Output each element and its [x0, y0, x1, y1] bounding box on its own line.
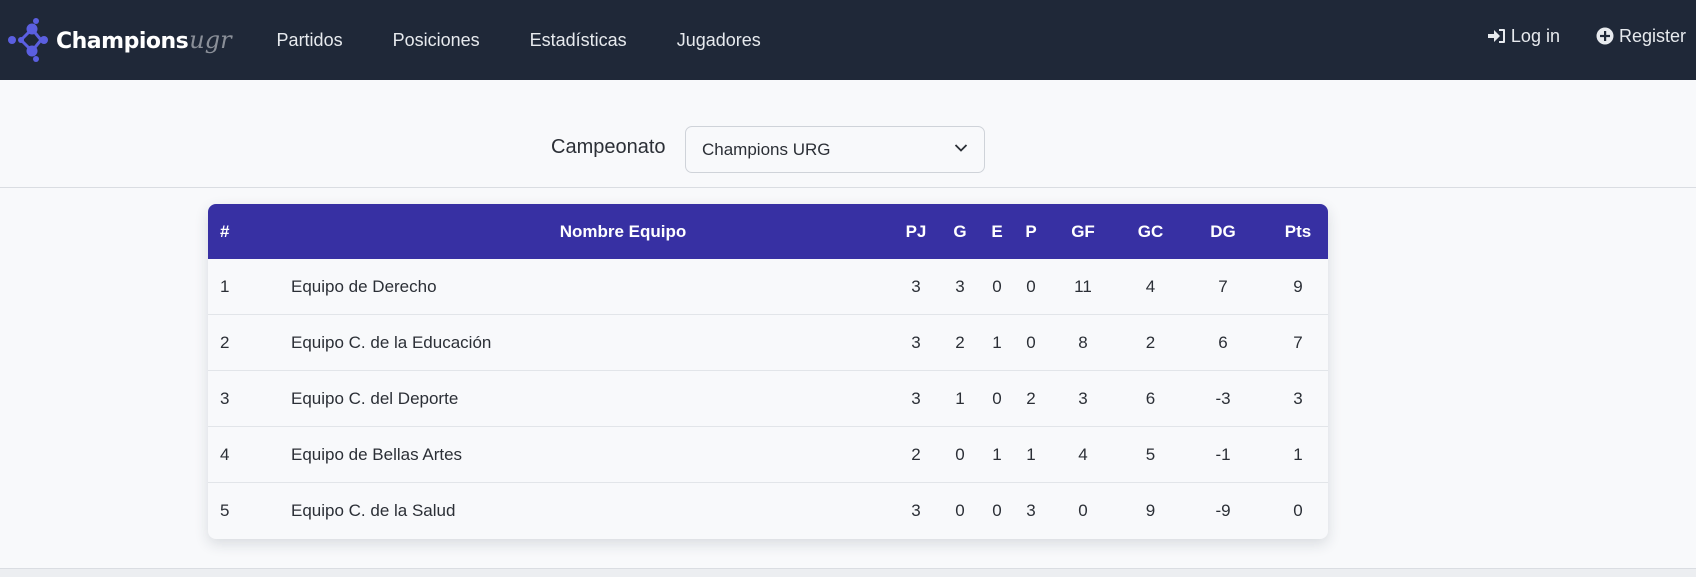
cell-dg: -1 — [1215, 444, 1231, 464]
cell-pts: 3 — [1293, 388, 1303, 408]
cell-pj: 3 — [911, 388, 921, 408]
header-gf: GF — [1071, 221, 1095, 241]
table-row: 4 Equipo de Bellas Artes 2 0 1 1 4 5 -1 … — [208, 427, 1328, 483]
championship-select[interactable]: Champions URG — [685, 126, 985, 173]
table-row: 1 Equipo de Derecho 3 3 0 0 11 4 7 9 — [208, 259, 1328, 315]
molecule-logo-icon — [8, 18, 48, 62]
standings-table: # Nombre Equipo PJ G E P GF GC DG Pts 1 … — [208, 204, 1328, 539]
cell-g: 2 — [955, 332, 965, 352]
cell-gf: 4 — [1078, 444, 1088, 464]
cell-pj: 3 — [911, 332, 921, 352]
cell-team-name: Equipo C. del Deporte — [291, 388, 459, 408]
sign-in-icon — [1487, 29, 1505, 43]
top-navbar: Champions ugr Partidos Posiciones Estadí… — [0, 0, 1696, 80]
table-row: 5 Equipo C. de la Salud 3 0 0 3 0 9 -9 0 — [208, 483, 1328, 539]
cell-rank: 5 — [220, 501, 230, 520]
table-row: 2 Equipo C. de la Educación 3 2 1 0 8 2 … — [208, 315, 1328, 371]
cell-pj: 3 — [911, 501, 921, 520]
cell-team-name: Equipo C. de la Educación — [291, 332, 492, 352]
table-header: # Nombre Equipo PJ G E P GF GC DG Pts — [208, 204, 1328, 259]
championship-filter: Campeonato Champions URG — [0, 80, 1696, 188]
cell-pts: 0 — [1293, 501, 1303, 520]
login-label: Log in — [1510, 25, 1560, 46]
cell-team-name: Equipo C. de la Salud — [291, 501, 456, 520]
cell-p: 2 — [1026, 388, 1036, 408]
cell-gf: 8 — [1078, 332, 1088, 352]
register-link[interactable]: Register — [1596, 26, 1686, 47]
cell-g: 0 — [955, 501, 965, 520]
cell-p: 0 — [1026, 276, 1036, 296]
cell-g: 1 — [955, 388, 965, 408]
auth-links: Log in Register — [1487, 0, 1696, 72]
page-bottom-divider — [0, 568, 1696, 577]
cell-rank: 3 — [220, 388, 230, 408]
cell-dg: -3 — [1215, 388, 1231, 408]
table-row: 3 Equipo C. del Deporte 3 1 0 2 3 6 -3 3 — [208, 371, 1328, 427]
cell-pts: 9 — [1293, 276, 1303, 296]
plus-circle-icon — [1596, 27, 1614, 45]
cell-pj: 2 — [911, 444, 921, 464]
header-pts: Pts — [1284, 221, 1312, 241]
cell-pj: 3 — [911, 276, 921, 296]
login-link[interactable]: Log in — [1487, 25, 1560, 47]
cell-gf: 0 — [1078, 501, 1088, 520]
chevron-down-icon — [954, 144, 968, 152]
cell-pts: 7 — [1293, 332, 1303, 352]
cell-team-name: Equipo de Bellas Artes — [291, 444, 463, 464]
cell-gc: 4 — [1145, 276, 1156, 296]
header-p: P — [1025, 221, 1037, 241]
brand-sub-text: ugr — [189, 26, 232, 54]
championship-selected-value: Champions URG — [702, 139, 831, 159]
nav-link-posiciones[interactable]: Posiciones — [393, 30, 480, 51]
cell-pts: 1 — [1293, 444, 1303, 464]
cell-gf: 3 — [1078, 388, 1088, 408]
nav-link-partidos[interactable]: Partidos — [277, 30, 343, 51]
header-rank: # — [220, 221, 230, 241]
cell-rank: 2 — [220, 332, 230, 352]
cell-dg: 7 — [1218, 276, 1228, 296]
cell-gc: 9 — [1145, 501, 1156, 520]
cell-gf: 11 — [1074, 276, 1092, 296]
brand-logo[interactable]: Champions ugr — [6, 0, 232, 80]
nav-link-jugadores[interactable]: Jugadores — [677, 30, 761, 51]
cell-g: 3 — [955, 276, 965, 296]
header-team-name: Nombre Equipo — [559, 221, 687, 241]
header-pj: PJ — [905, 221, 927, 241]
header-g: G — [953, 221, 967, 241]
cell-g: 0 — [955, 444, 965, 464]
cell-dg: -9 — [1215, 501, 1231, 520]
nav-links: Partidos Posiciones Estadísticas Jugador… — [277, 0, 811, 80]
brand-main-text: Champions — [56, 29, 189, 54]
cell-p: 0 — [1026, 332, 1036, 352]
cell-team-name: Equipo de Derecho — [291, 276, 437, 296]
cell-gc: 2 — [1145, 332, 1156, 352]
cell-dg: 6 — [1218, 332, 1228, 352]
cell-rank: 1 — [220, 276, 230, 296]
cell-p: 1 — [1026, 444, 1036, 464]
cell-rank: 4 — [220, 444, 230, 464]
brand-wordmark: Champions ugr — [56, 26, 232, 54]
header-dg: DG — [1210, 221, 1236, 241]
register-label: Register — [1618, 25, 1686, 46]
header-gc: GC — [1137, 221, 1164, 241]
championship-label: Campeonato — [551, 136, 666, 158]
cell-gc: 5 — [1145, 444, 1156, 464]
nav-link-estadisticas[interactable]: Estadísticas — [530, 30, 627, 51]
cell-p: 3 — [1026, 501, 1036, 520]
cell-gc: 6 — [1145, 388, 1156, 408]
